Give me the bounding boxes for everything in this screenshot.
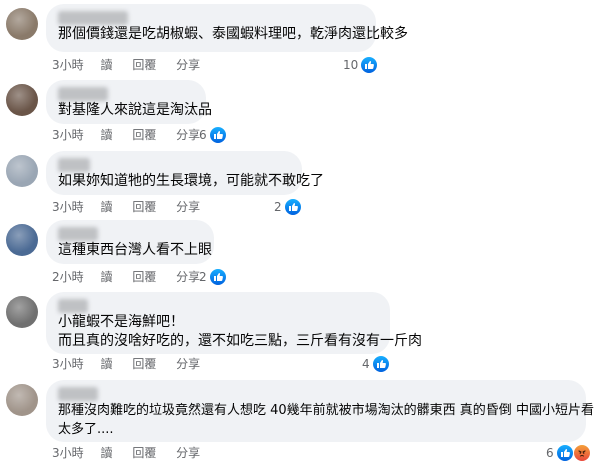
comment-actions: 3小時 讀 回覆 分享 [52, 127, 216, 143]
like-icon [208, 126, 227, 144]
avatar[interactable] [6, 155, 38, 187]
reaction-summary[interactable]: 4 [362, 355, 390, 373]
reaction-count: 2 [274, 200, 282, 214]
timestamp[interactable]: 3小時 [52, 127, 84, 143]
avatar[interactable] [6, 224, 38, 256]
reply-link[interactable]: 回覆 [132, 199, 156, 215]
reaction-summary[interactable]: 2 [199, 268, 227, 286]
like-icon [360, 56, 379, 74]
timestamp[interactable]: 2小時 [52, 269, 84, 285]
timestamp[interactable]: 3小時 [52, 199, 84, 215]
timestamp[interactable]: 3小時 [52, 356, 84, 372]
avatar[interactable] [6, 296, 38, 328]
comment-bubble: 如果妳知道牠的生長環境，可能就不敢吃了 [46, 151, 324, 195]
reaction-count: 4 [362, 357, 370, 371]
author-name-blurred[interactable] [58, 387, 98, 401]
share-button[interactable]: 分享 [176, 269, 200, 285]
comment-text: 那個價錢還是吃胡椒蝦、泰國蝦料理吧，乾淨肉還比較多 [58, 26, 408, 42]
author-name-blurred[interactable] [58, 11, 128, 25]
reaction-summary[interactable]: 10 [343, 56, 379, 74]
reply-button[interactable]: 讀 [100, 199, 112, 215]
comment-text-line: 小龍蝦不是海鮮吧！ [58, 314, 184, 330]
comment-bubble: 那個價錢還是吃胡椒蝦、泰國蝦料理吧，乾淨肉還比較多 [46, 4, 408, 52]
comment-actions: 3小時 讀 回覆 分享 [52, 57, 216, 73]
author-name-blurred[interactable] [58, 299, 88, 313]
comment-text: 這種東西台灣人看不上眼 [58, 242, 212, 258]
comment-text-line: 那種沒肉難吃的垃圾竟然還有人想吃 40幾年前就被市場淘汰的髒東西 真的昏倒 中國… [58, 403, 594, 418]
reaction-count: 6 [199, 128, 207, 142]
reply-button[interactable]: 讀 [100, 57, 112, 73]
reply-button[interactable]: 讀 [100, 269, 112, 285]
author-name-blurred[interactable] [58, 227, 98, 241]
avatar[interactable] [6, 84, 38, 116]
share-button[interactable]: 分享 [176, 127, 200, 143]
comment-actions: 2小時 讀 回覆 分享 [52, 269, 216, 285]
reply-link[interactable]: 回覆 [132, 445, 156, 461]
reaction-summary[interactable]: 6 [199, 126, 227, 144]
share-button[interactable]: 分享 [176, 199, 200, 215]
angry-icon [572, 444, 591, 462]
reply-button[interactable]: 讀 [100, 356, 112, 372]
reply-link[interactable]: 回覆 [132, 57, 156, 73]
avatar[interactable] [6, 8, 38, 40]
comment-text-line: 太多了.... [58, 422, 114, 437]
reaction-count: 2 [199, 270, 207, 284]
comment-text: 如果妳知道牠的生長環境，可能就不敢吃了 [58, 173, 324, 189]
reaction-count: 6 [546, 446, 554, 460]
like-icon [208, 268, 227, 286]
timestamp[interactable]: 3小時 [52, 57, 84, 73]
reply-link[interactable]: 回覆 [132, 269, 156, 285]
reply-button[interactable]: 讀 [100, 127, 112, 143]
share-button[interactable]: 分享 [176, 57, 200, 73]
comment-bubble: 這種東西台灣人看不上眼 [46, 220, 214, 264]
share-button[interactable]: 分享 [176, 356, 200, 372]
like-icon [283, 198, 302, 216]
comment-text-line: 而且真的沒啥好吃的，還不如吃三點，三斤看有沒有一斤肉 [58, 333, 422, 349]
like-icon [371, 355, 390, 373]
author-name-blurred[interactable] [58, 158, 90, 172]
comment-text: 對基隆人來說這是淘汰品 [58, 102, 212, 118]
comment-bubble: 對基隆人來說這是淘汰品 [46, 80, 212, 124]
avatar[interactable] [6, 384, 38, 416]
comment-actions: 3小時 讀 回覆 分享 [52, 445, 216, 461]
reply-link[interactable]: 回覆 [132, 356, 156, 372]
reaction-summary[interactable]: 6 [546, 444, 591, 462]
like-icon [555, 444, 574, 462]
reaction-summary[interactable]: 2 [274, 198, 302, 216]
comment-bubble: 那種沒肉難吃的垃圾竟然還有人想吃 40幾年前就被市場淘汰的髒東西 真的昏倒 中國… [46, 380, 594, 442]
reaction-count: 10 [343, 58, 359, 72]
reply-link[interactable]: 回覆 [132, 127, 156, 143]
comment-bubble: 小龍蝦不是海鮮吧！ 而且真的沒啥好吃的，還不如吃三點，三斤看有沒有一斤肉 [46, 292, 422, 354]
share-button[interactable]: 分享 [176, 445, 200, 461]
reply-button[interactable]: 讀 [100, 445, 112, 461]
comment-actions: 3小時 讀 回覆 分享 [52, 199, 216, 215]
timestamp[interactable]: 3小時 [52, 445, 84, 461]
author-name-blurred[interactable] [58, 87, 108, 101]
comment-actions: 3小時 讀 回覆 分享 [52, 356, 216, 372]
